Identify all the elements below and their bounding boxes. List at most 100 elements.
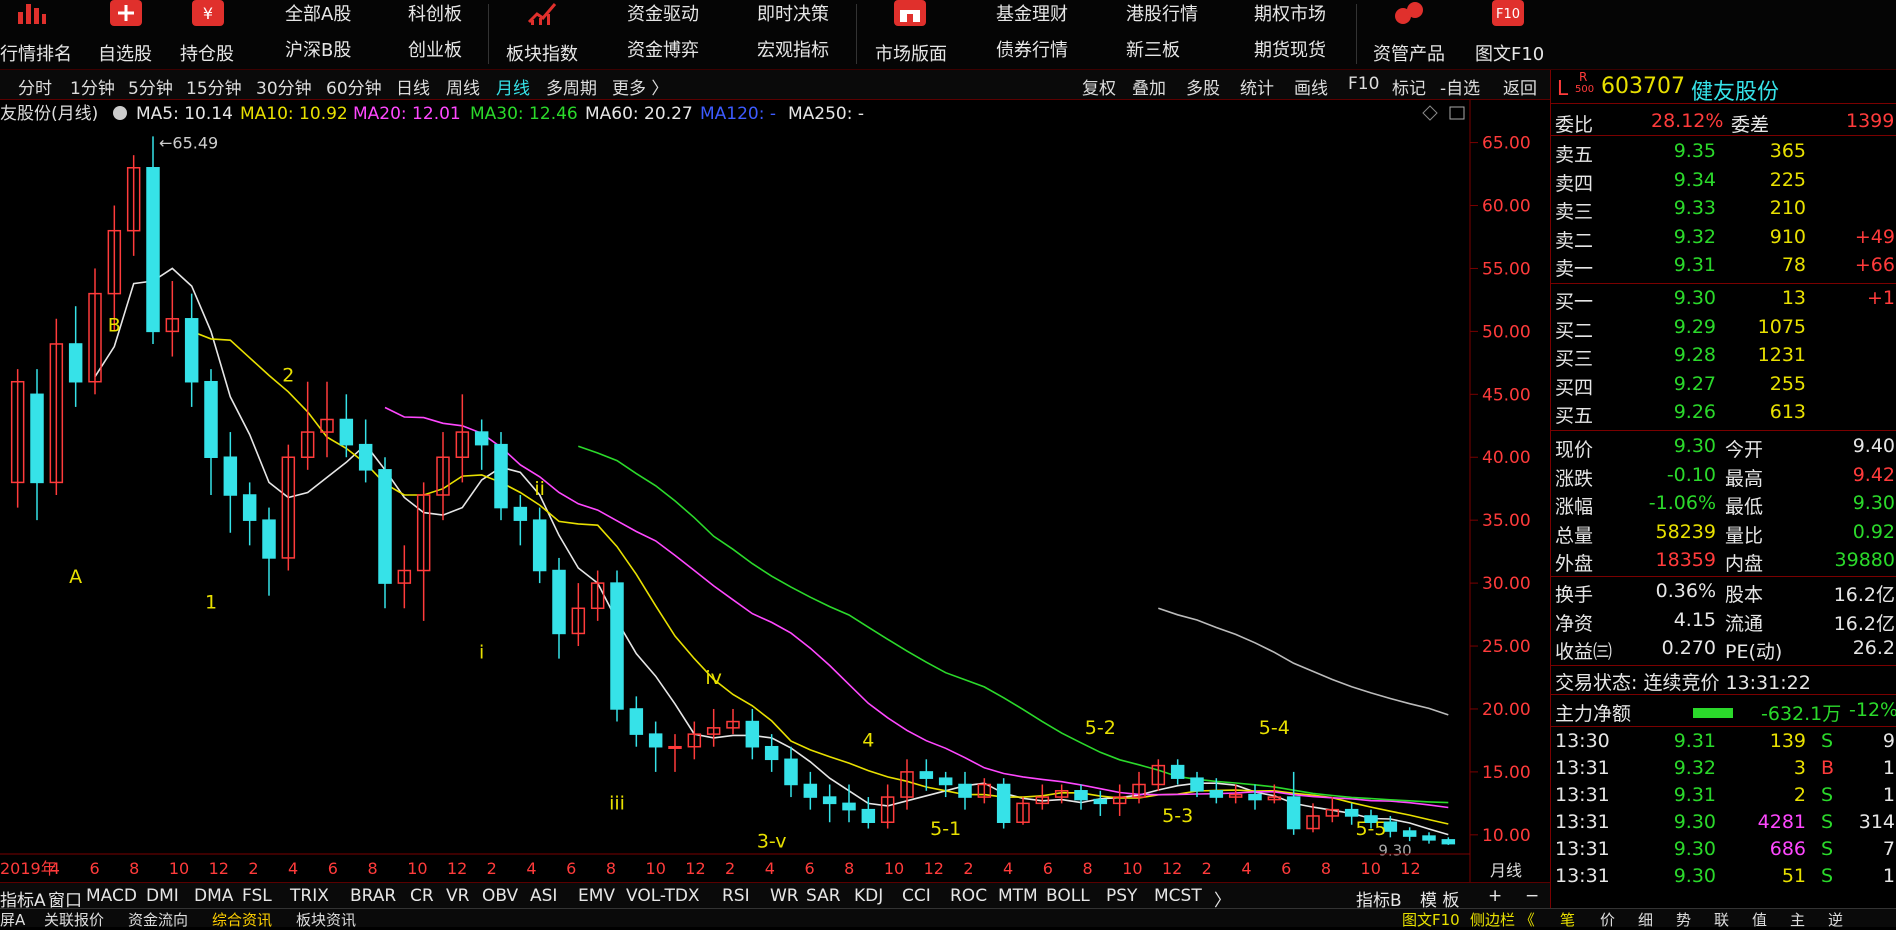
candle-down	[262, 519, 276, 559]
tool-button[interactable]: 叠加	[1132, 74, 1166, 99]
indicator-tab[interactable]: MTM	[998, 886, 1038, 906]
indicator-tab[interactable]: PSY	[1106, 886, 1137, 906]
ratio-value: 28.12%	[1651, 110, 1724, 132]
indicator-tab[interactable]: ROC	[950, 886, 987, 906]
indicator-right-button[interactable]: −	[1525, 886, 1539, 906]
kline-chart[interactable]: ←65.49 9.30 65.00 60.00 55.00 50.00 45.00 40.0…	[0, 100, 1550, 882]
tool-button[interactable]: 统计	[1240, 74, 1274, 99]
orderbook-price: 9.32	[1673, 225, 1716, 248]
toolbar-item-chinext[interactable]: 创业板	[408, 36, 462, 62]
period-tab[interactable]: 1分钟	[70, 74, 115, 99]
indicator-tab[interactable]: FSL	[242, 886, 272, 906]
toolbar-item-options[interactable]: 期权市场	[1254, 0, 1326, 26]
toolbar-item-market-layout[interactable]: 市场版面	[875, 40, 947, 66]
store-icon[interactable]	[894, 0, 926, 26]
divider	[1551, 665, 1896, 666]
period-tab[interactable]: 周线	[446, 74, 480, 99]
trend-icon[interactable]	[527, 0, 559, 26]
toolbar-item-star-market[interactable]: 科创板	[408, 0, 462, 26]
period-toolbar: 分时 1分钟 5分钟 15分钟 30分钟 60分钟 日线 周线 月线 多周期 更…	[0, 70, 1550, 100]
period-tab-more[interactable]: 更多 〉	[612, 74, 668, 99]
tool-button[interactable]: 复权	[1082, 74, 1116, 99]
quote-panel: L R 500 603707 健友股份 委比 28.12% 委差 1399 卖五…	[1550, 70, 1896, 908]
candle-down	[513, 506, 528, 521]
tick-count: 1	[1882, 757, 1895, 779]
toolbar-item-futures[interactable]: 期货现货	[1254, 36, 1326, 62]
period-tab[interactable]: 30分钟	[256, 74, 312, 99]
toolbar-item-funds[interactable]: 基金理财	[996, 0, 1068, 26]
orderbook-label: 买四	[1555, 376, 1594, 399]
tick-price: 9.30	[1673, 865, 1716, 887]
toolbar-item-macro[interactable]: 宏观指标	[757, 36, 829, 62]
indicator-right-button[interactable]: +	[1488, 886, 1502, 906]
candle-down	[1248, 793, 1262, 801]
indicator-tab[interactable]: TRIX	[290, 886, 329, 906]
toolbar-item-instant-decision[interactable]: 即时决策	[757, 0, 829, 26]
diamond-icon[interactable]	[1422, 105, 1438, 121]
period-tab-active[interactable]: 月线	[496, 74, 530, 99]
candle-down	[861, 808, 876, 823]
wave-label: 5-2	[1085, 717, 1116, 739]
fund-label: 净资	[1555, 612, 1594, 635]
indicator-tab[interactable]: DMI	[146, 886, 179, 906]
period-tab[interactable]: 分时	[18, 74, 52, 99]
toolbar-item-b-shares[interactable]: 沪深B股	[285, 36, 351, 62]
indicator-tab[interactable]: MCST	[1154, 886, 1202, 906]
candle-down	[30, 393, 44, 484]
tool-button[interactable]: F10	[1348, 74, 1379, 94]
indicator-tab[interactable]: ASI	[530, 886, 557, 906]
yen-icon[interactable]: ¥	[192, 0, 224, 26]
indicator-tab[interactable]: SAR	[806, 886, 841, 906]
plus-icon[interactable]	[110, 0, 142, 26]
x-axis-unit: 月线	[1490, 861, 1522, 880]
toolbar-item-f10[interactable]: 图文F10	[1475, 40, 1544, 66]
x-tick-label: 10	[169, 859, 189, 878]
indicator-tab[interactable]: BRAR	[350, 886, 396, 906]
indicator-tab[interactable]: EMV	[578, 886, 615, 906]
indicator-tab[interactable]: DMA	[194, 886, 233, 906]
legend-ma120: MA120: -	[700, 104, 776, 124]
period-tab[interactable]: 15分钟	[186, 74, 242, 99]
indicator-tab[interactable]: KDJ	[854, 886, 883, 906]
toolbar-item-ranking[interactable]: 行情排名	[0, 40, 72, 66]
quote-value: 9.30	[1852, 492, 1895, 514]
indicator-tab[interactable]: CR	[410, 886, 434, 906]
legend-ma10: MA10: 10.92	[240, 104, 348, 124]
toolbar-item-neeq[interactable]: 新三板	[1126, 36, 1180, 62]
f10-icon[interactable]: F10	[1492, 0, 1524, 26]
toolbar-item-all-a[interactable]: 全部A股	[285, 0, 351, 26]
coins-icon[interactable]	[1393, 0, 1425, 26]
toolbar-item-watchlist[interactable]: 自选股	[98, 40, 152, 66]
period-tab[interactable]: 60分钟	[326, 74, 382, 99]
y-tick-label: 65.00	[1482, 134, 1531, 154]
bar-chart-icon[interactable]	[16, 0, 48, 26]
indicator-tab[interactable]: RSI	[722, 886, 750, 906]
tool-button[interactable]: 多股	[1186, 74, 1220, 99]
tool-button[interactable]: 画线	[1294, 74, 1328, 99]
period-tab[interactable]: 5分钟	[128, 74, 173, 99]
toolbar-item-hk[interactable]: 港股行情	[1126, 0, 1198, 26]
tool-button[interactable]: 返回	[1503, 74, 1537, 99]
tool-button[interactable]: 标记	[1392, 74, 1426, 99]
indicator-tab[interactable]: MACD	[86, 886, 137, 906]
toolbar-item-bonds[interactable]: 债券行情	[996, 36, 1068, 62]
indicator-tab[interactable]: BOLL	[1046, 886, 1090, 906]
legend-settings-icon[interactable]	[113, 106, 127, 120]
toolbar-item-capital-drive[interactable]: 资金驱动	[627, 0, 699, 26]
indicator-tab[interactable]: VOL-TDX	[626, 886, 700, 906]
x-tick-label: 6	[1043, 859, 1053, 878]
kline-chart-panel[interactable]: ←65.49 9.30 65.00 60.00 55.00 50.00 45.00 40.0…	[0, 100, 1550, 882]
indicator-tab[interactable]: WR	[770, 886, 799, 906]
toolbar-item-holdings[interactable]: 持仓股	[180, 40, 234, 66]
toolbar-item-sector-index[interactable]: 板块指数	[506, 40, 578, 66]
tool-button[interactable]: -自选	[1440, 74, 1480, 99]
indicator-tab[interactable]: CCI	[902, 886, 931, 906]
indicator-tab[interactable]: OBV	[482, 886, 518, 906]
tick-price: 9.30	[1673, 838, 1716, 860]
period-tab[interactable]: 多周期	[546, 74, 597, 99]
indicator-tab[interactable]: VR	[446, 886, 469, 906]
toolbar-item-capital-game[interactable]: 资金博弈	[627, 36, 699, 62]
toolbar-item-asset-mgmt[interactable]: 资管产品	[1373, 40, 1445, 66]
period-tab[interactable]: 日线	[396, 74, 430, 99]
panel-toggle-icon[interactable]	[1449, 106, 1465, 120]
